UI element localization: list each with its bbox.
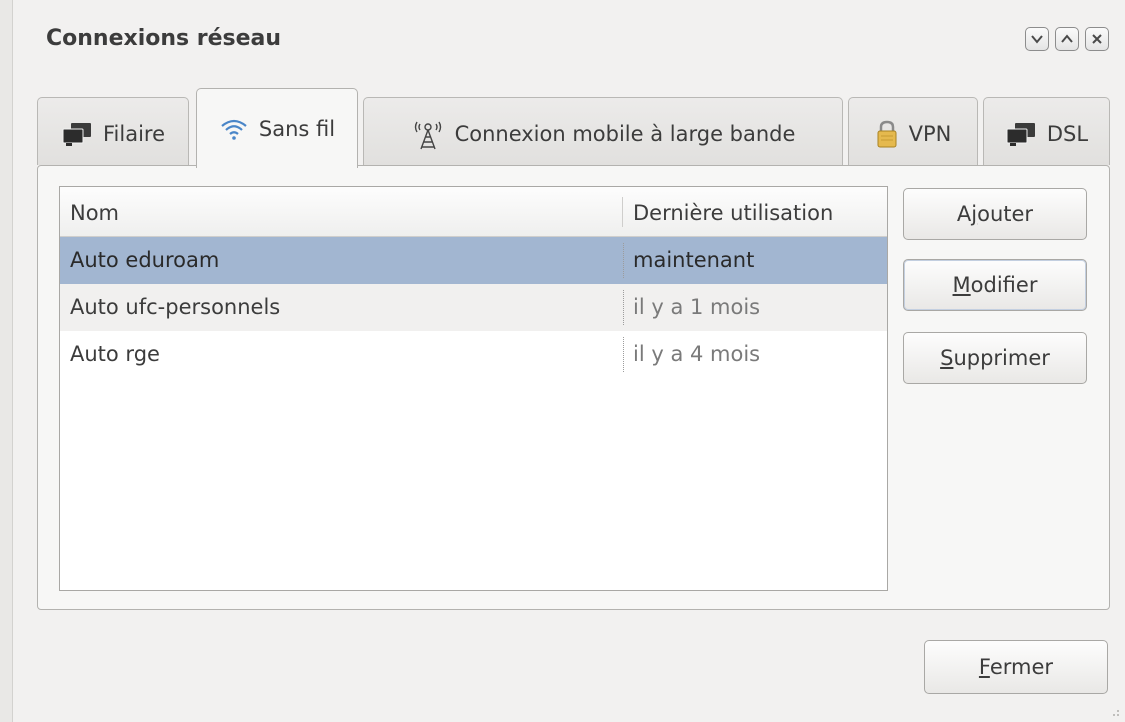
close-button[interactable]: Fermer (924, 640, 1108, 694)
connection-name: Auto eduroam (70, 248, 220, 272)
window-frame-edge (0, 0, 13, 722)
list-item[interactable]: Auto rge il y a 4 mois (60, 331, 887, 378)
column-divider (622, 197, 623, 227)
connection-last-used: il y a 4 mois (633, 342, 761, 366)
wired-network-icon (61, 121, 93, 147)
button-label: Ajouter (956, 202, 1034, 226)
connection-name: Auto rge (70, 342, 160, 366)
connection-last-used: maintenant (633, 248, 755, 272)
tab-vpn[interactable]: VPN (848, 97, 978, 165)
column-header-derniere-utilisation[interactable]: Dernière utilisation (633, 187, 833, 237)
button-label: Supprimer (940, 346, 1050, 370)
wired-network-icon (1005, 121, 1037, 147)
cell-separator (623, 243, 624, 278)
edit-button[interactable]: Modifier (903, 259, 1087, 311)
tab-label: DSL (1046, 121, 1089, 146)
tab-filaire[interactable]: Filaire (37, 97, 189, 165)
delete-button[interactable]: Supprimer (903, 332, 1087, 384)
tab-sans-fil[interactable]: Sans fil (196, 88, 358, 168)
connection-name: Auto ufc-personnels (70, 295, 281, 319)
cell-separator (623, 337, 624, 372)
maximize-button[interactable] (1055, 27, 1079, 51)
connections-list[interactable]: Nom Dernière utilisation Auto eduroam ma… (59, 186, 888, 591)
list-header: Nom Dernière utilisation (60, 187, 887, 237)
list-item[interactable]: Auto ufc-personnels il y a 1 mois (60, 284, 887, 331)
button-label: Modifier (952, 273, 1038, 297)
padlock-icon (875, 119, 899, 149)
wifi-icon (219, 117, 249, 141)
minimize-button[interactable] (1025, 27, 1049, 51)
close-window-button[interactable] (1085, 27, 1109, 51)
cell-separator (623, 290, 624, 325)
chevron-down-icon (1031, 35, 1043, 44)
tab-dsl[interactable]: DSL (983, 97, 1110, 165)
tab-label: Connexion mobile à large bande (454, 121, 796, 146)
connection-last-used: il y a 1 mois (633, 295, 761, 319)
add-button[interactable]: Ajouter (903, 188, 1087, 240)
antenna-icon (411, 117, 445, 151)
tab-connexion-mobile[interactable]: Connexion mobile à large bande (363, 97, 843, 165)
tab-label: Filaire (102, 121, 165, 146)
list-item[interactable]: Auto eduroam maintenant (60, 237, 887, 284)
close-icon (1092, 34, 1102, 44)
button-label: Fermer (978, 655, 1054, 679)
tab-label: Sans fil (258, 116, 336, 141)
window-title: Connexions réseau (46, 26, 282, 51)
column-header-nom[interactable]: Nom (70, 187, 119, 237)
tab-label: VPN (908, 121, 952, 146)
chevron-up-icon (1061, 34, 1073, 43)
resize-grip-icon[interactable] (1105, 702, 1121, 718)
